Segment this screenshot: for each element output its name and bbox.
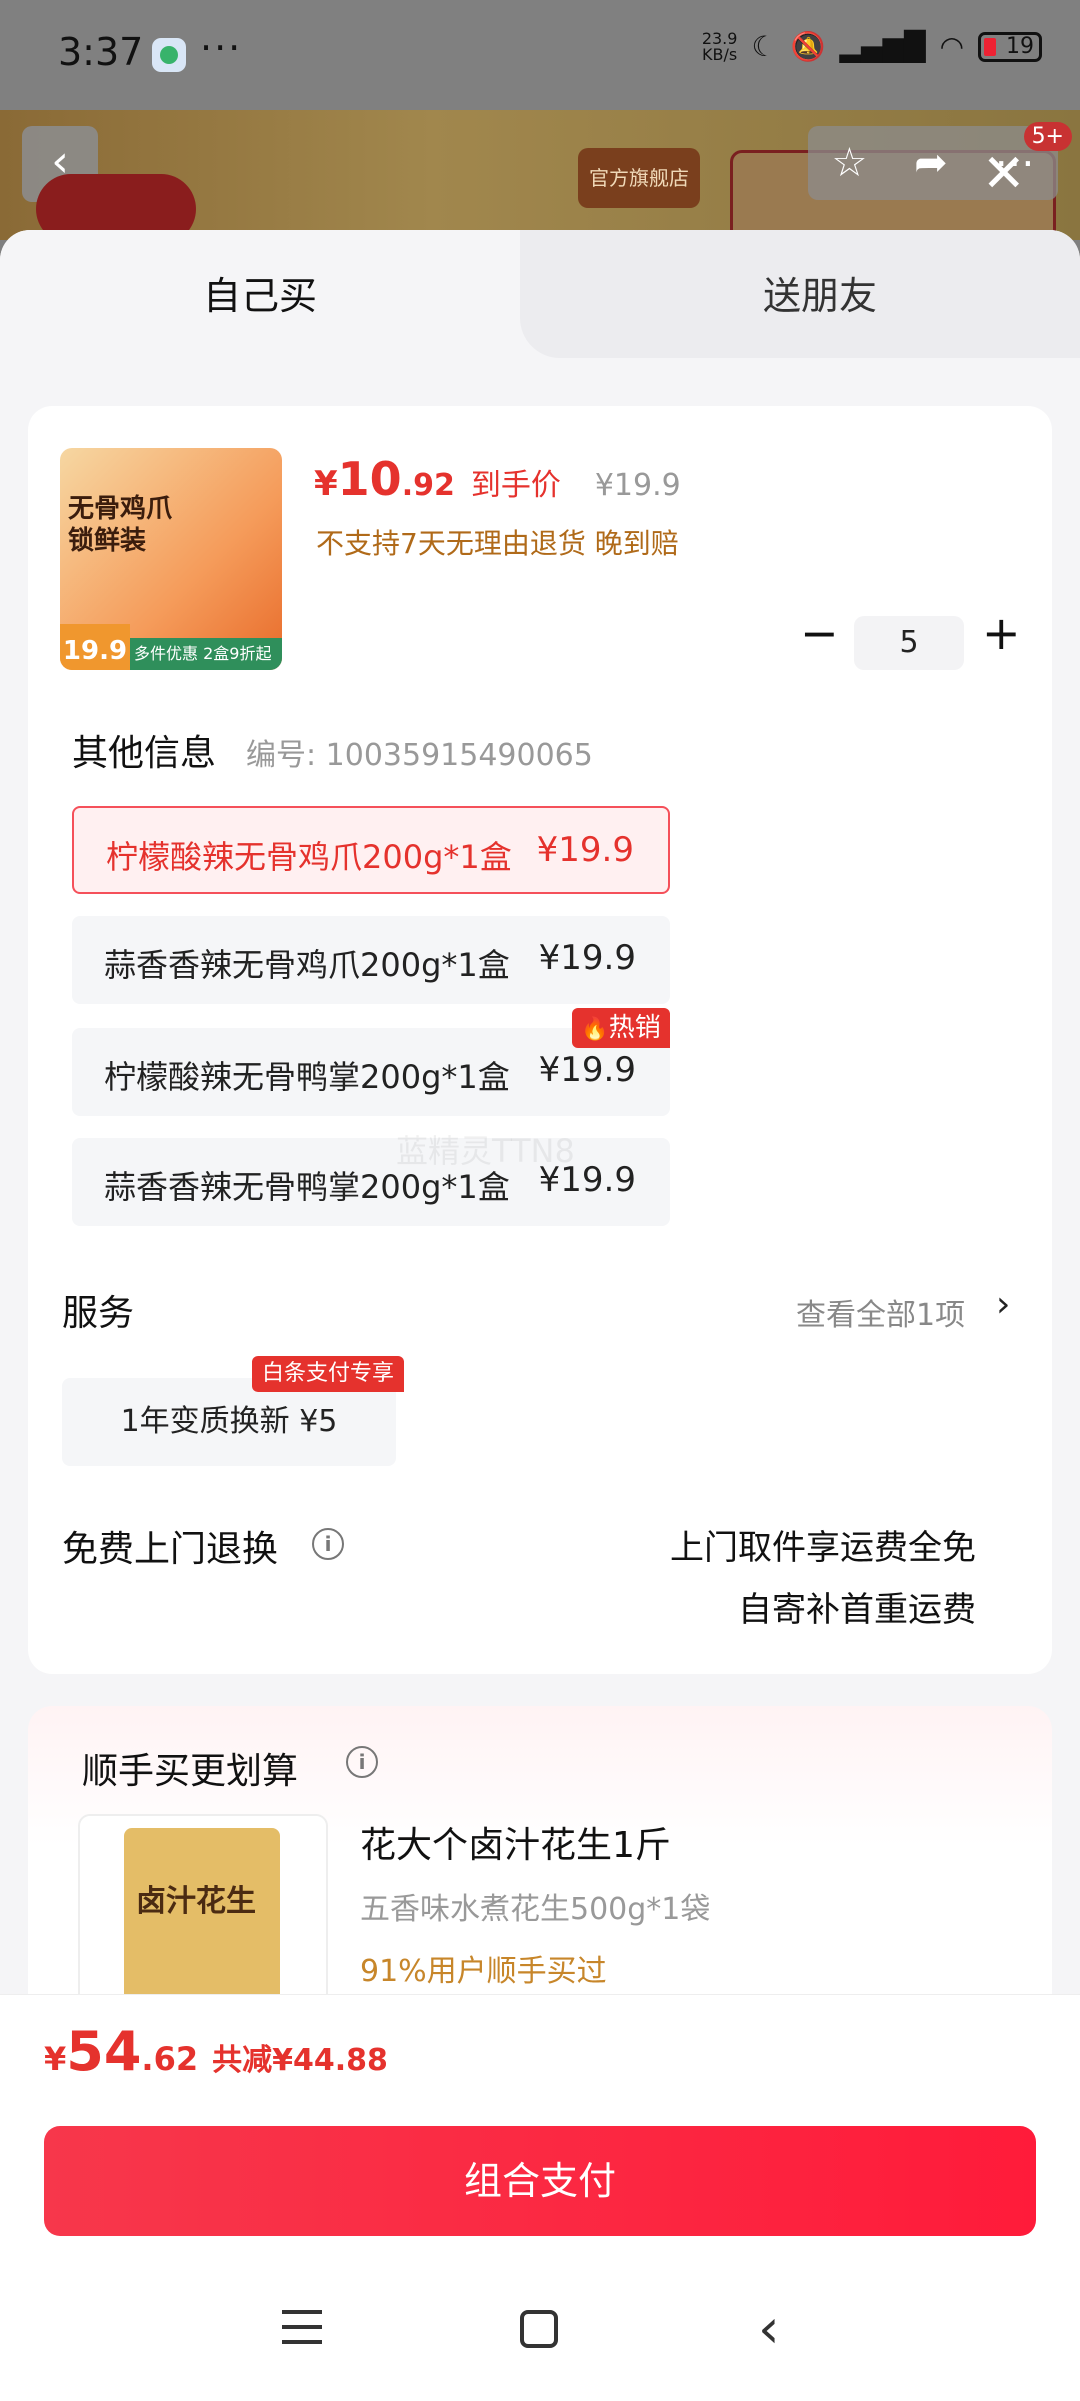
free-return-line-2: 自寄补首重运费 [738,1590,976,1630]
return-policy: 不支持7天无理由退货 晚到赔 [316,527,679,560]
final-price-label: 到手价 [470,468,561,503]
option-item[interactable]: 蒜香香辣无骨鸡爪200g*1盒 ¥19.9 [72,916,670,1004]
star-icon[interactable]: ☆ [831,140,867,186]
service-title: 服务 [62,1293,135,1334]
quantity-minus-button[interactable]: − [800,610,839,656]
combined-pay-button[interactable]: 组合支付 [44,2126,1036,2236]
upsell-product-image[interactable]: 卤汁花生 [78,1814,328,2018]
tab-gift-friend[interactable]: 送朋友 [540,265,1080,320]
official-store-tag: 官方旗舰店 [578,148,700,208]
menu-icon[interactable] [282,2310,322,2344]
quantity-plus-button[interactable]: + [982,610,1021,656]
free-return-title: 免费上门退换 [62,1529,279,1570]
share-icon[interactable]: ➦ [914,140,948,186]
close-icon[interactable]: ✕ [982,148,1026,200]
final-price: 10 [337,452,402,506]
chevron-right-icon[interactable]: › [996,1284,1010,1325]
message-badge: 5+ [1023,122,1072,151]
more-notifications: ··· [200,26,243,70]
wifi-icon: ◠ [939,30,964,63]
upsell-social-proof: 91%用户顺手买过 [360,1954,607,1989]
tab-buy-self[interactable]: 自己买 [0,265,520,320]
free-return-line-1: 上门取件享运费全免 [670,1528,976,1568]
status-icons: 23.9 KB/s ☾ 🔕 ▂▄▆█ ◠ 19 [702,30,1042,63]
mute-icon: 🔕 [790,30,826,63]
upsell-product-name[interactable]: 花大个卤汁花生1斤 [360,1816,671,1868]
signal-icon: ▂▄▆█ [839,30,926,63]
baitiao-exclusive-badge: 白条支付专享 [252,1356,405,1392]
moon-icon: ☾ [751,30,777,63]
back-nav-icon[interactable]: ‹ [758,2302,780,2356]
clock: 3:37 [58,30,144,74]
upsell-title: 顺手买更划算 [82,1751,299,1792]
flame-icon: 🔥 [581,1017,609,1042]
hot-sale-badge: 🔥热销 [572,1008,670,1048]
product-image: 无骨鸡爪 锁鲜装 19.9 多件优惠 2盒9折起 [60,448,282,670]
original-price: ¥19.9 [594,468,681,503]
product-code: 编号: 10035915490065 [246,738,593,773]
system-nav-bar: ‹ [0,2280,1080,2400]
home-icon[interactable] [520,2310,558,2348]
view-all-services-link[interactable]: 查看全部1项 [796,1290,965,1334]
app-notification-icon [152,38,186,72]
total-price: ¥ 54 .62 共减¥44.88 [44,2020,388,2083]
other-info-title: 其他信息 [72,733,217,774]
status-bar: 3:37 ··· 23.9 KB/s ☾ 🔕 ▂▄▆█ ◠ 19 [0,0,1080,110]
option-item[interactable]: 蒜香香辣无骨鸭掌200g*1盒 ¥19.9 [72,1138,670,1226]
watermark: 蓝精灵TTN8 [396,1132,575,1170]
info-icon[interactable]: i [346,1746,378,1778]
option-item-selected[interactable]: 柠檬酸辣无骨鸡爪200g*1盒 ¥19.9 [72,806,670,894]
total-discount: 共减¥44.88 [212,2043,388,2078]
network-speed: 23.9 KB/s [701,28,738,64]
info-icon[interactable]: i [312,1528,344,1560]
battery-icon: 19 [978,31,1042,62]
upsell-product-spec: 五香味水煮花生500g*1袋 [360,1892,711,1927]
price-row: ¥ 10 .92 到手价 ¥19.9 [314,452,681,506]
quantity-input[interactable]: 5 [854,616,964,670]
